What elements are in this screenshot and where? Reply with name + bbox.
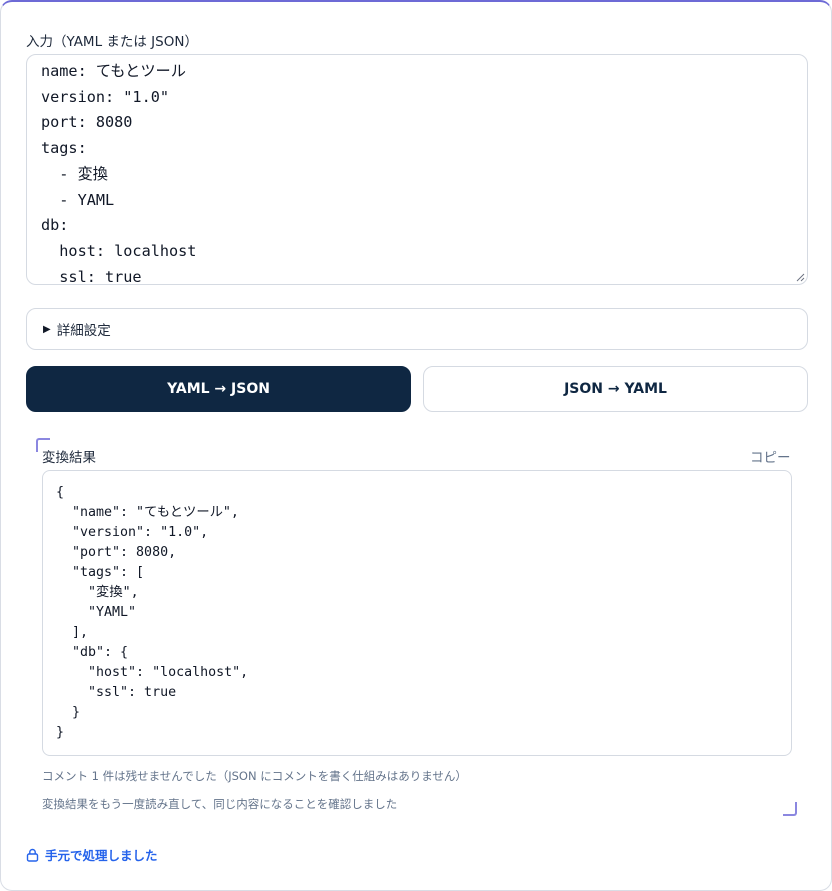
corner-bracket-bottom-right xyxy=(783,802,797,816)
input-text[interactable]: name: てもとツール version: "1.0" port: 8080 t… xyxy=(41,59,196,284)
disclosure-triangle-icon: ▶ xyxy=(43,323,51,335)
json-to-yaml-button[interactable]: JSON → YAML xyxy=(423,366,808,412)
resize-handle-icon[interactable] xyxy=(796,273,805,282)
local-processing-status: 手元で処理しました xyxy=(26,845,158,864)
comment-warning-note: コメント 1 件は残せませんでした（JSON にコメントを書く仕組みはありません… xyxy=(42,769,467,783)
copy-button[interactable]: コピー xyxy=(750,446,791,466)
result-label: 変換結果 xyxy=(42,450,96,466)
converter-card: 入力（YAML または JSON） name: てもとツール version: … xyxy=(0,0,832,891)
result-output: { "name": "てもとツール", "version": "1.0", "p… xyxy=(56,485,249,740)
yaml-to-json-button[interactable]: YAML → JSON xyxy=(26,366,411,412)
input-textarea[interactable]: name: てもとツール version: "1.0" port: 8080 t… xyxy=(26,54,808,285)
lock-icon xyxy=(26,848,39,862)
local-processing-text: 手元で処理しました xyxy=(45,848,158,863)
advanced-settings-toggle[interactable]: ▶ 詳細設定 xyxy=(26,308,808,350)
result-output-box: { "name": "てもとツール", "version": "1.0", "p… xyxy=(42,470,792,756)
advanced-settings-label: 詳細設定 xyxy=(56,323,111,339)
roundtrip-check-note: 変換結果をもう一度読み直して、同じ内容になることを確認しました xyxy=(42,797,398,811)
input-label: 入力（YAML または JSON） xyxy=(26,34,198,50)
